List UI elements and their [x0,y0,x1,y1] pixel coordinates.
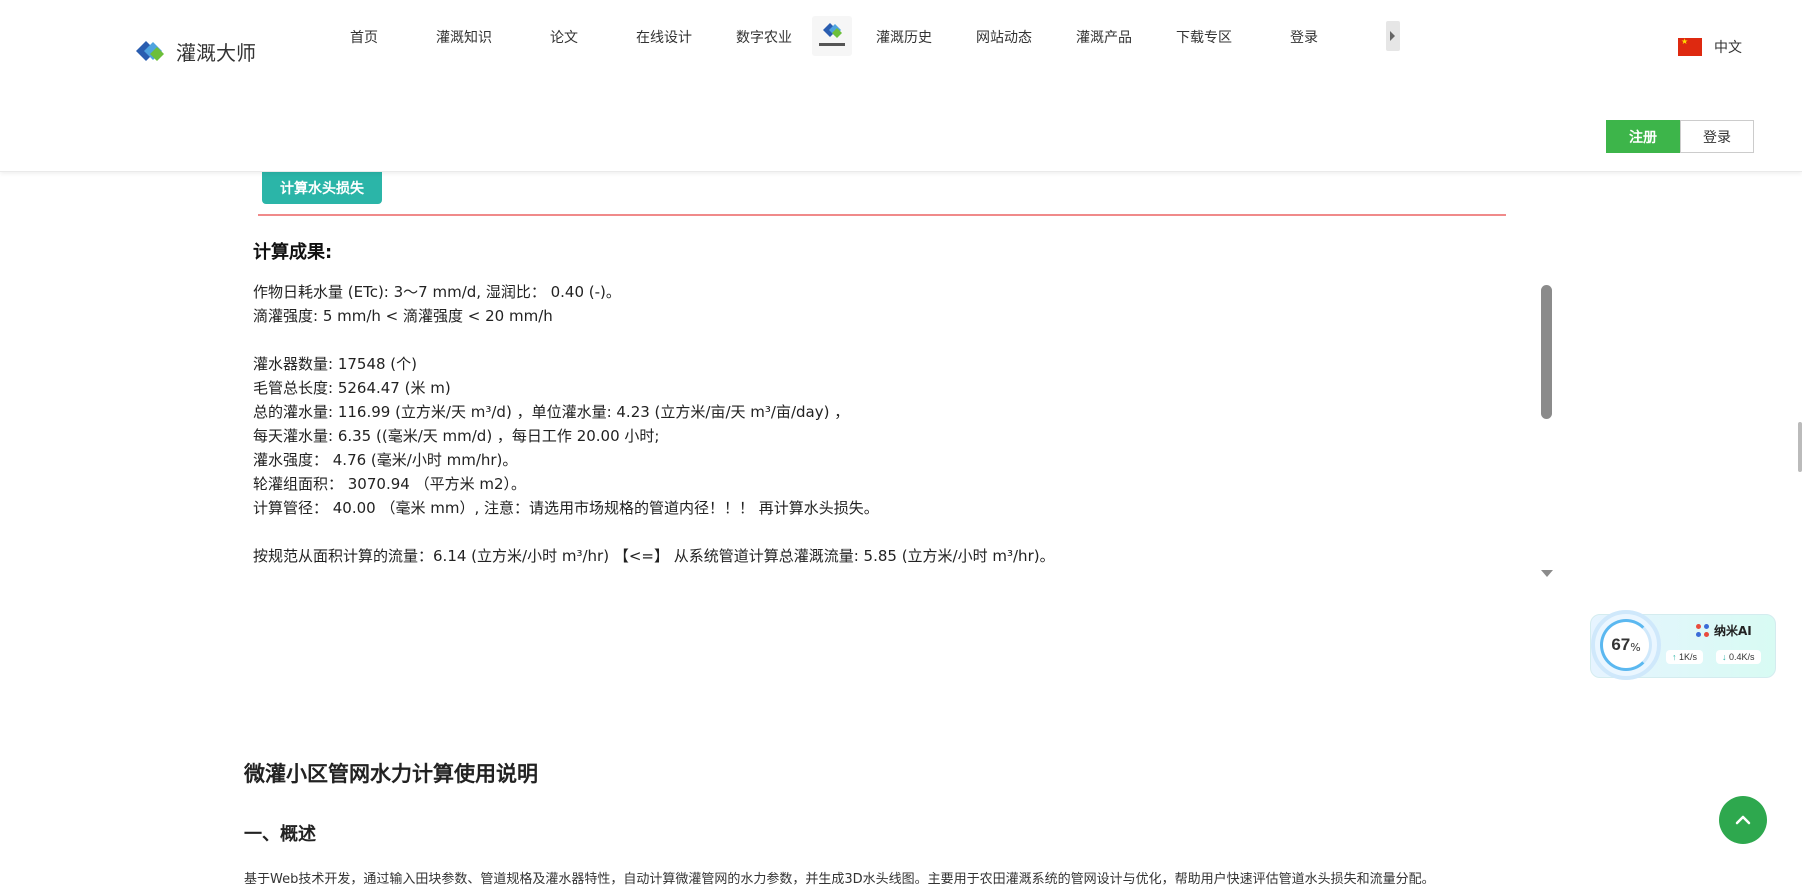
download-speed-value: 0.4K/s [1729,652,1755,662]
upload-speed-value: 1K/s [1679,652,1698,662]
instructions-title: 微灌小区管网水力计算使用说明 [244,762,538,786]
page-scrollbar-thumb[interactable] [1798,422,1802,472]
site-header: 灌溉大师 首页 灌溉知识 论文 在线设计 数字农业 灌溉历史 网站动态 灌溉产品… [0,0,1802,172]
nav-item-downloads[interactable]: 下载专区 [1176,27,1232,47]
nav-item-home[interactable]: 首页 [350,27,378,47]
overview-text: 基于Web技术开发，通过输入田块参数、管道规格及灌水器特性，自动计算微灌管网的水… [244,872,1435,887]
nav-item-papers[interactable]: 论文 [550,27,578,47]
result-line: 按规范从面积计算的流量：6.14 (立方米/小时 m³/hr) 【<=】 从系统… [253,547,1055,565]
result-line: 毛管总长度: 5264.47 (米 m) [253,379,451,397]
back-to-top-button[interactable] [1719,796,1767,844]
login-button[interactable]: 登录 [1680,120,1754,153]
nav-item-products[interactable]: 灌溉产品 [1076,27,1132,47]
result-line: 作物日耗水量 (ETc): 3～7 mm/d, 湿润比： 0.40 (-)。 [253,283,621,301]
result-title: 计算成果: [253,242,333,263]
nav-item-knowledge[interactable]: 灌溉知识 [436,27,492,47]
china-flag-icon [1678,37,1702,56]
result-line [253,328,1493,352]
memory-gauge[interactable]: 67% [1591,610,1661,680]
chevron-up-icon [1735,815,1751,825]
result-line [253,520,1493,544]
arrow-up-icon: ↑ [1672,652,1677,662]
gauge-percent-sign: % [1630,641,1641,654]
result-body: 作物日耗水量 (ETc): 3～7 mm/d, 湿润比： 0.40 (-)。 滴… [253,280,1493,568]
result-panel: 计算水头损失 计算成果: 作物日耗水量 (ETc): 3～7 mm/d, 湿润比… [240,172,1556,588]
site-logo[interactable]: 灌溉大师 [130,34,256,68]
calc-head-loss-button[interactable]: 计算水头损失 [262,172,382,204]
register-button[interactable]: 注册 [1606,120,1680,153]
result-line: 总的灌水量: 116.99 (立方米/天 m³/d) ，单位灌水量: 4.23 … [253,403,850,421]
nav-scroll-right-icon[interactable] [1386,21,1400,51]
nav-item-online-design[interactable]: 在线设计 [636,27,692,47]
nav-item-login[interactable]: 登录 [1290,27,1318,47]
ai-label[interactable]: 纳米AI [1696,622,1752,639]
download-speed: ↓ 0.4K/s [1716,646,1761,668]
result-line: 计算管径： 40.00 （毫米 mm）, 注意：请选用市场规格的管道内径！！！ … [253,499,879,517]
arrow-down-icon: ↓ [1722,652,1727,662]
upload-speed-box: ↑ 1K/s [1666,650,1704,664]
language-switch[interactable]: 中文 [1678,37,1742,57]
upload-speed: ↑ 1K/s [1666,646,1704,668]
result-line: 滴灌强度: 5 mm/h < 滴灌强度 < 20 mm/h [253,307,553,325]
nav-item-news[interactable]: 网站动态 [976,27,1032,47]
result-line: 轮灌组面积： 3070.94 （平方米 m2）。 [253,475,526,493]
result-line: 灌水强度： 4.76 (毫米/小时 mm/hr)。 [253,451,518,469]
language-label: 中文 [1714,40,1742,56]
diamond-logo-icon [130,34,168,68]
gauge-value: 67 [1611,635,1631,654]
overview-heading: 一、概述 [244,824,316,845]
download-speed-box: ↓ 0.4K/s [1716,650,1761,664]
scroll-down-arrow-icon[interactable] [1541,570,1553,577]
ai-label-text: 纳米AI [1714,624,1752,638]
nano-ai-icon [1696,623,1710,638]
gauge-ring: 67% [1600,619,1652,671]
result-line: 每天灌水量: 6.35 ((毫米/天 mm/d) ，每日工作 20.00 小时; [253,427,660,445]
result-scrollbar-thumb[interactable] [1541,285,1552,419]
result-line: 灌水器数量: 17548 (个) [253,355,418,373]
nav-item-digital-agri[interactable]: 数字农业 [736,27,792,47]
divider [258,214,1506,216]
logo-text: 灌溉大师 [176,40,256,65]
nav-item-history[interactable]: 灌溉历史 [876,27,932,47]
site-badge-icon[interactable] [812,16,852,56]
